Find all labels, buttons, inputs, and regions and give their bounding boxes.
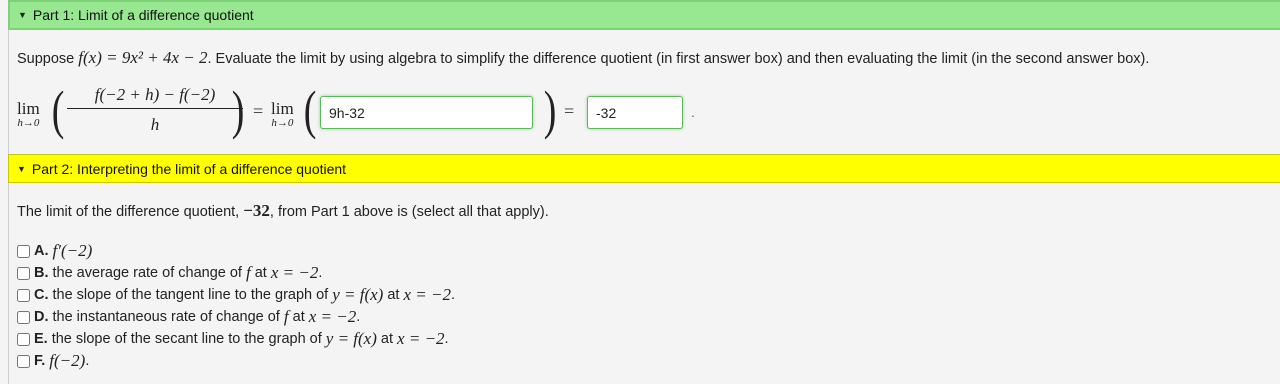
part2-section: ▼ Part 2: Interpreting the limit of a di…	[8, 154, 1280, 384]
option-text: the average rate of change of	[52, 265, 246, 281]
option-f[interactable]: F. f(−2).	[17, 350, 455, 372]
numerator: f(−2 + h) − f(−2)	[67, 85, 243, 109]
option-letter: F.	[34, 353, 46, 369]
difference-quotient: f(−2 + h) − f(−2) h	[67, 85, 243, 135]
limit-equation: lim h→0 ( f(−2 + h) − f(−2) h ) = lim h→…	[17, 80, 777, 145]
answer-box-1[interactable]	[320, 96, 533, 129]
equals-sign: =	[564, 101, 575, 121]
option-math: x = −2	[270, 263, 319, 282]
option-text: at	[383, 287, 404, 303]
option-math: y = f(x)	[332, 285, 384, 304]
option-text: at	[376, 331, 398, 347]
part1-section: ▼ Part 1: Limit of a difference quotient…	[8, 0, 1280, 156]
option-checkbox[interactable]	[17, 310, 30, 324]
lim-word: lim	[17, 99, 40, 118]
question-value: −32	[243, 201, 270, 220]
limit-operator-2: lim h→0	[271, 99, 294, 129]
option-d[interactable]: D. the instantaneous rate of change of f …	[17, 306, 455, 328]
option-math: x = −2	[397, 329, 445, 348]
caret-down-icon: ▼	[17, 163, 26, 174]
option-letter: D.	[34, 309, 49, 325]
option-letter: B.	[34, 265, 49, 281]
option-checkbox[interactable]	[17, 288, 30, 302]
option-text: .	[444, 331, 449, 347]
question-prefix: The limit of the difference quotient,	[17, 204, 240, 220]
option-text: .	[356, 309, 361, 325]
function-definition: f(x) = 9x² + 4x − 2	[78, 48, 208, 67]
denominator: h	[150, 115, 160, 134]
option-letter: E.	[34, 331, 48, 347]
option-math: x = −2	[403, 285, 452, 304]
option-math: x = −2	[308, 307, 357, 326]
option-text: the slope of the secant line to the grap…	[51, 331, 326, 347]
intro-prefix: Suppose	[17, 51, 75, 67]
option-math: f′(−2)	[52, 241, 93, 260]
left-paren: (	[303, 80, 317, 140]
limit-operator-1: lim h→0	[17, 99, 40, 129]
question-suffix: , from Part 1 above is (select all that …	[269, 204, 549, 220]
part2-header[interactable]: ▼ Part 2: Interpreting the limit of a di…	[8, 154, 1280, 183]
lim-subscript: h→0	[17, 117, 40, 129]
option-c[interactable]: C. the slope of the tangent line to the g…	[17, 284, 455, 306]
option-text: at	[288, 309, 309, 325]
right-paren: )	[543, 80, 557, 140]
option-math: y = f(x)	[325, 329, 377, 348]
part1-title: Part 1: Limit of a difference quotient	[32, 7, 254, 23]
option-e[interactable]: E. the slope of the secant line to the gr…	[17, 328, 455, 350]
option-a[interactable]: A. f′(−2)	[17, 240, 455, 262]
left-paren: (	[51, 80, 65, 140]
trailing-period: .	[691, 104, 695, 120]
options-list: A. f′(−2) B. the average rate of change of …	[17, 240, 455, 372]
option-b[interactable]: B. the average rate of change of f at x =…	[17, 262, 455, 284]
question-text: The limit of the difference quotient, −3…	[17, 201, 549, 221]
option-text: .	[318, 265, 323, 281]
lim-subscript: h→0	[271, 117, 294, 129]
option-checkbox[interactable]	[17, 266, 30, 280]
right-paren: )	[231, 80, 245, 140]
option-text: at	[250, 265, 271, 281]
equals-sign: =	[253, 101, 264, 121]
option-text: the slope of the tangent line to the gra…	[52, 287, 333, 303]
part1-header[interactable]: ▼ Part 1: Limit of a difference quotient	[8, 0, 1280, 30]
option-letter: C.	[34, 287, 49, 303]
option-text: .	[451, 287, 456, 303]
option-text: the instantaneous rate of change of	[52, 309, 284, 325]
option-checkbox[interactable]	[17, 244, 30, 258]
caret-down-icon: ▼	[18, 10, 27, 20]
lim-word: lim	[271, 99, 294, 118]
intro-suffix: . Evaluate the limit by using algebra to…	[207, 51, 1150, 67]
option-math: f(−2)	[49, 351, 86, 370]
option-letter: A.	[34, 243, 49, 259]
problem-statement: Suppose f(x) = 9x² + 4x − 2. Evaluate th…	[17, 48, 1149, 68]
option-checkbox[interactable]	[17, 332, 30, 346]
part2-title: Part 2: Interpreting the limit of a diff…	[31, 160, 347, 177]
option-text: .	[85, 353, 90, 369]
option-checkbox[interactable]	[17, 354, 30, 368]
answer-box-2[interactable]	[587, 96, 683, 129]
